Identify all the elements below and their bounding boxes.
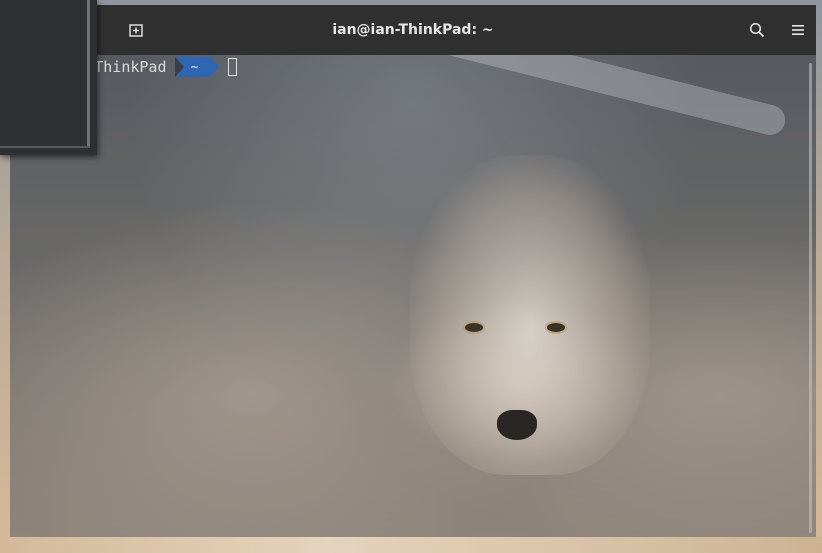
wolf-left-eye: [465, 323, 483, 332]
wolf-right-eye: [547, 323, 565, 332]
menu-button[interactable]: [786, 18, 810, 42]
popup-border-bottom: [0, 146, 90, 148]
popup-border-edge: [87, 0, 90, 146]
terminal-window[interactable]: ian@ian-ThinkPad: ~ ian@ian-ThinkPad ~: [10, 5, 816, 537]
prompt-directory-segment: ~: [174, 57, 220, 77]
header-bar: ian@ian-ThinkPad: ~: [10, 5, 816, 55]
overlapping-window-fragment[interactable]: [0, 0, 97, 155]
search-button[interactable]: [745, 18, 769, 42]
prompt-directory: ~: [190, 59, 199, 75]
terminal-cursor: [228, 58, 238, 76]
window-title: ian@ian-ThinkPad: ~: [332, 22, 494, 38]
search-icon: [749, 22, 765, 38]
hamburger-menu-icon: [792, 25, 804, 35]
desktop-wallpaper-strip: [0, 537, 822, 553]
wolf-nose: [497, 410, 537, 440]
terminal-scrollbar[interactable]: [809, 63, 812, 533]
